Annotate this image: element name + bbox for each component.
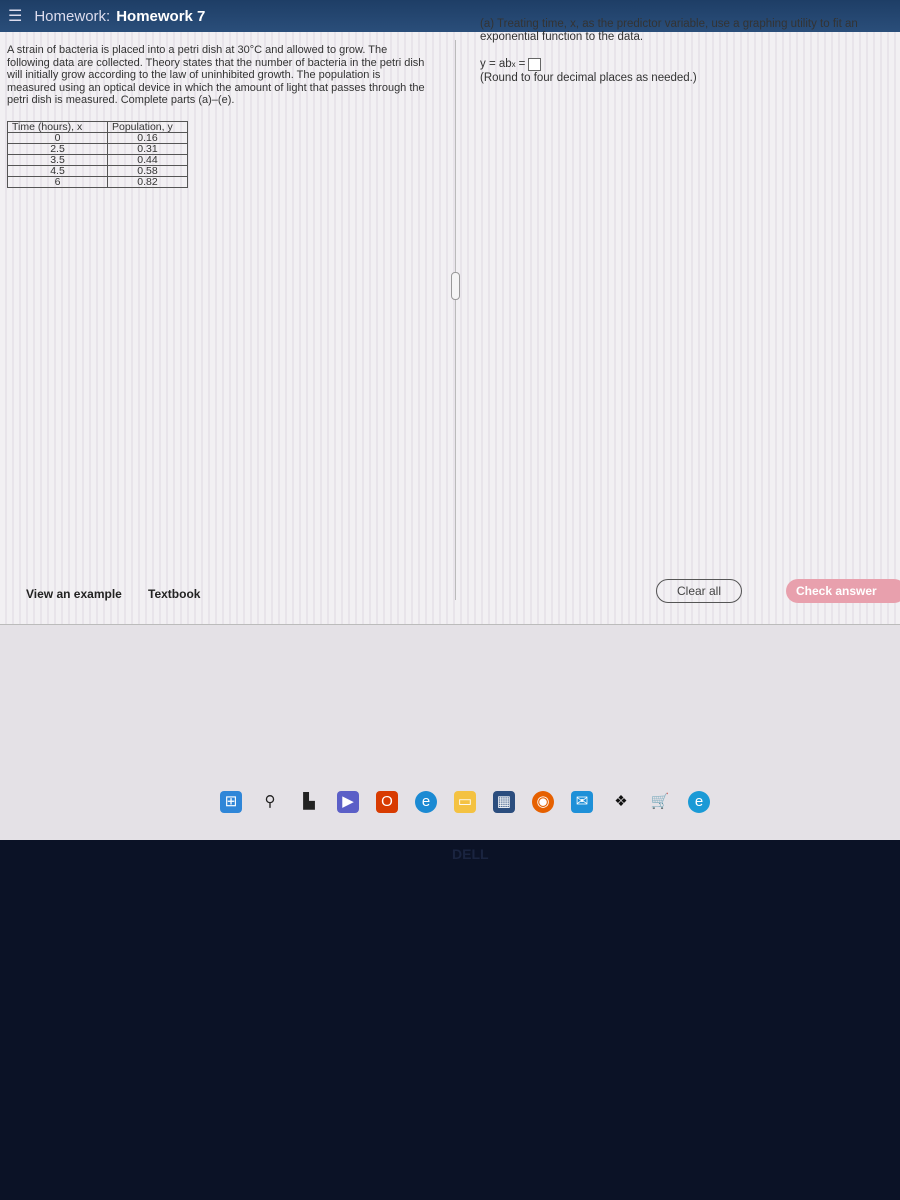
population-cell: 0.82 [107,175,188,188]
time-cell: 3.5 [7,153,108,166]
pane-divider [455,40,456,600]
header-prefix: Homework: [34,7,111,25]
equation-row: y = ab x = [480,58,880,71]
office-icon[interactable]: O [376,791,398,813]
question-column: (a) Treating time, x, as the predictor v… [480,18,880,85]
problem-column: A strain of bacteria is placed into a pe… [7,44,427,188]
rounding-note: (Round to four decimal places as needed.… [480,72,697,84]
population-cell: 0.31 [107,142,188,155]
problem-text: A strain of bacteria is placed into a pe… [7,44,425,106]
table-row: 6 0.82 [7,175,188,188]
table-row: 4.5 0.58 [7,164,188,177]
time-cell: 2.5 [7,142,108,155]
taskbar: ⊞ ⚲ ▙ ▶ O e ▭ ▦ ◉ ✉ ❖ 🛒 e [0,780,900,824]
time-cell: 4.5 [7,164,108,177]
population-cell: 0.16 [107,131,188,144]
task-view-icon[interactable]: ▙ [298,791,320,813]
windows-start-icon[interactable]: ⊞ [220,791,242,813]
dropbox-icon[interactable]: ❖ [610,791,632,813]
table-header-row: Time (hours), x Population, y [7,120,188,133]
check-answer-button[interactable]: Check answer [786,579,900,603]
clear-all-button[interactable]: Clear all [656,579,742,603]
meet-icon[interactable]: ▶ [337,791,359,813]
time-cell: 6 [7,175,108,188]
table-row: 0 0.16 [7,131,188,144]
data-table: Time (hours), x Population, y 0 0.16 2.5 0… [7,120,188,188]
column-header-population: Population, y [107,120,188,133]
shopping-icon[interactable]: 🛒 [649,791,671,813]
textbook-link[interactable]: Textbook [148,587,200,601]
homework-title: Homework 7 [116,7,206,25]
dell-logo: DELL [452,846,489,862]
search-icon[interactable]: ⚲ [259,791,281,813]
question-panel: A strain of bacteria is placed into a pe… [0,18,900,625]
equation-label: y = ab [480,58,512,70]
firefox-icon[interactable]: ◉ [532,791,554,813]
table-row: 3.5 0.44 [7,153,188,166]
file-explorer-icon[interactable]: ▭ [454,791,476,813]
equals-sign: = [518,58,526,70]
population-cell: 0.58 [107,164,188,177]
question-prompt: (a) Treating time, x, as the predictor v… [480,18,858,43]
edge-icon[interactable]: e [415,791,437,813]
pane-resize-handle[interactable] [451,272,460,300]
edge-beta-icon[interactable]: e [688,791,710,813]
equation-exponent: x [511,60,516,69]
answer-input[interactable] [528,58,542,71]
screen: ☰ Homework: Homework 7 A strain of bacte… [0,0,900,840]
population-cell: 0.44 [107,153,188,166]
time-cell: 0 [7,131,108,144]
hamburger-menu-icon[interactable]: ☰ [8,6,22,26]
store-icon[interactable]: ▦ [493,791,515,813]
mail-icon[interactable]: ✉ [571,791,593,813]
column-header-time: Time (hours), x [7,120,108,133]
table-row: 2.5 0.31 [7,142,188,155]
view-example-link[interactable]: View an example [26,587,122,601]
footer-bar: View an example Textbook Clear all Check… [0,577,900,607]
